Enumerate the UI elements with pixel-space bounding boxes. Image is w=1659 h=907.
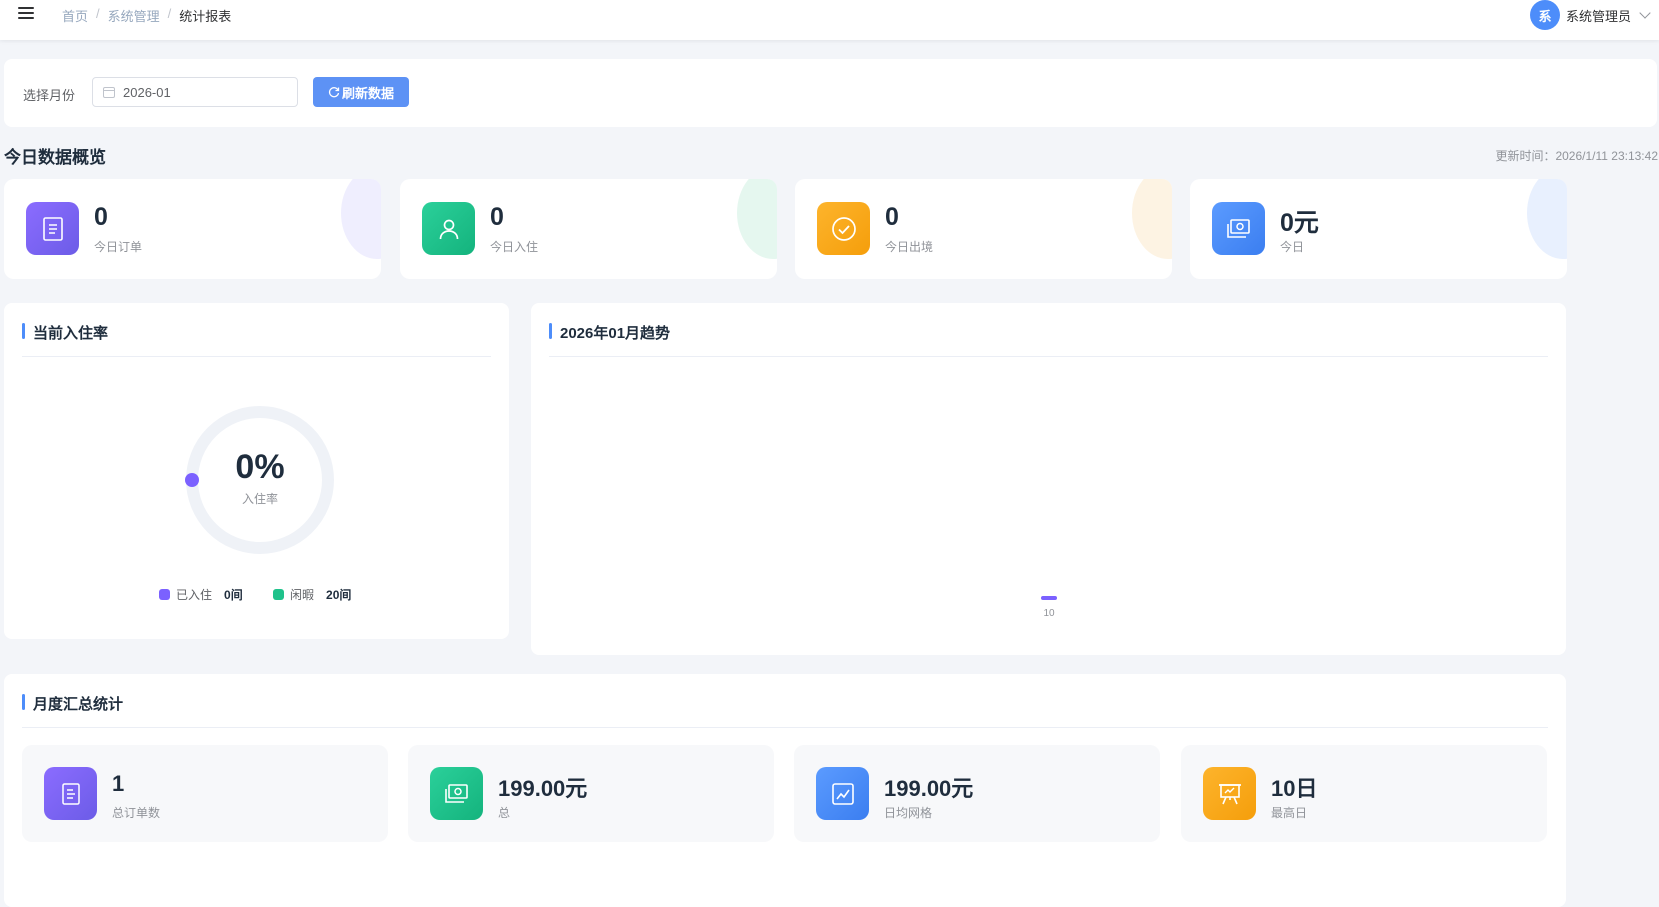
check-circle-icon [817, 202, 870, 255]
top-bar: 首页 / 系统管理 / 统计报表 系 系统管理员 [0, 0, 1659, 40]
summary-value: 199.00元 [498, 776, 588, 801]
stat-label: 今日出境 [885, 240, 934, 254]
presentation-icon [1203, 767, 1256, 820]
occupancy-percent: 0% [235, 448, 285, 486]
stat-card-today-checkin: 0 今日入住 [400, 179, 777, 279]
breadcrumb-separator: / [167, 6, 172, 21]
summary-card-daily-average: 199.00元 日均网格 [794, 745, 1160, 842]
stat-value: 0元 [1280, 209, 1319, 237]
monthly-title: 月度汇总统计 [22, 693, 123, 714]
today-overview-title: 今日数据概览 [4, 148, 106, 167]
stat-card-today-orders: 0 今日订单 [4, 179, 381, 279]
summary-card-total-orders: 1 总订单数 [22, 745, 388, 842]
divider [549, 356, 1548, 357]
calendar-icon [103, 86, 115, 98]
card-decoration [737, 179, 777, 259]
refresh-button[interactable]: 刷新数据 [313, 77, 409, 107]
summary-label: 总订单数 [112, 806, 161, 820]
legend-name: 已入住 [176, 588, 213, 602]
trend-chart: 10 [1041, 596, 1057, 619]
summary-value: 10日 [1271, 776, 1318, 801]
user-menu[interactable]: 系 系统管理员 [1529, 0, 1651, 30]
trend-card: 2026年01月趋势 10 [531, 303, 1566, 655]
trend-bar[interactable] [1041, 596, 1057, 600]
summary-label: 总 [498, 806, 511, 820]
summary-label: 最高日 [1271, 806, 1308, 820]
document-icon [44, 767, 97, 820]
summary-label: 日均网格 [884, 806, 933, 820]
month-value: 2026-01 [123, 84, 171, 100]
legend-swatch [159, 589, 170, 600]
card-decoration [1527, 179, 1567, 259]
breadcrumb-system[interactable]: 系统管理 [108, 6, 160, 25]
occupancy-percent-label: 入住率 [241, 492, 278, 506]
legend-value: 20间 [326, 588, 352, 602]
stat-label: 今日 [1280, 240, 1305, 254]
stat-card-today-revenue: 0元 今日 [1190, 179, 1567, 279]
legend-free: 闲暇 20间 [273, 586, 351, 603]
occupancy-card: 当前入住率 0% 入住率 已入住 0间 闲暇 20间 [4, 303, 509, 639]
user-icon [422, 202, 475, 255]
stat-value: 0 [885, 203, 899, 231]
month-label: 选择月份 [23, 88, 76, 103]
update-time: 更新时间：2026/1/11 23:13:42 [1495, 149, 1658, 163]
trend-title: 2026年01月趋势 [549, 322, 670, 343]
breadcrumb: 首页 / 系统管理 / 统计报表 [62, 6, 231, 25]
hamburger-menu-icon[interactable] [18, 7, 34, 21]
occupancy-title: 当前入住率 [22, 322, 108, 343]
stat-label: 今日订单 [94, 240, 143, 254]
stat-label: 今日入住 [490, 240, 539, 254]
breadcrumb-home[interactable]: 首页 [62, 6, 88, 25]
chevron-down-icon [1639, 7, 1651, 19]
breadcrumb-separator: / [96, 6, 100, 21]
legend-swatch [273, 589, 284, 600]
refresh-icon [328, 87, 340, 98]
stat-value: 0 [490, 203, 504, 231]
refresh-label: 刷新数据 [341, 85, 394, 101]
divider [22, 727, 1548, 728]
avatar: 系 [1529, 0, 1560, 30]
document-icon [26, 202, 79, 255]
filter-bar: 选择月份 2026-01 刷新数据 [4, 59, 1657, 127]
divider [22, 356, 491, 357]
legend-value: 0间 [224, 588, 243, 602]
summary-card-total-revenue: 199.00元 总 [408, 745, 774, 842]
monthly-summary-card: 月度汇总统计 1 总订单数 199.00元 总 199.00元 日均网格 10日… [4, 674, 1566, 907]
money-icon [430, 767, 483, 820]
summary-value: 199.00元 [884, 776, 974, 801]
card-decoration [1132, 179, 1172, 259]
month-picker[interactable]: 2026-01 [92, 77, 298, 107]
x-tick-label: 10 [1043, 608, 1055, 619]
legend-occupied: 已入住 0间 [159, 586, 243, 603]
legend-name: 闲暇 [290, 588, 315, 602]
money-icon [1212, 202, 1265, 255]
stat-card-today-checkout: 0 今日出境 [795, 179, 1172, 279]
stat-value: 0 [94, 203, 108, 231]
summary-value: 1 [112, 771, 125, 796]
summary-card-peak-day: 10日 最高日 [1181, 745, 1547, 842]
trend-chart-icon [816, 767, 869, 820]
breadcrumb-current: 统计报表 [179, 9, 232, 24]
card-decoration [341, 179, 381, 259]
user-name: 系统管理员 [1565, 8, 1631, 24]
